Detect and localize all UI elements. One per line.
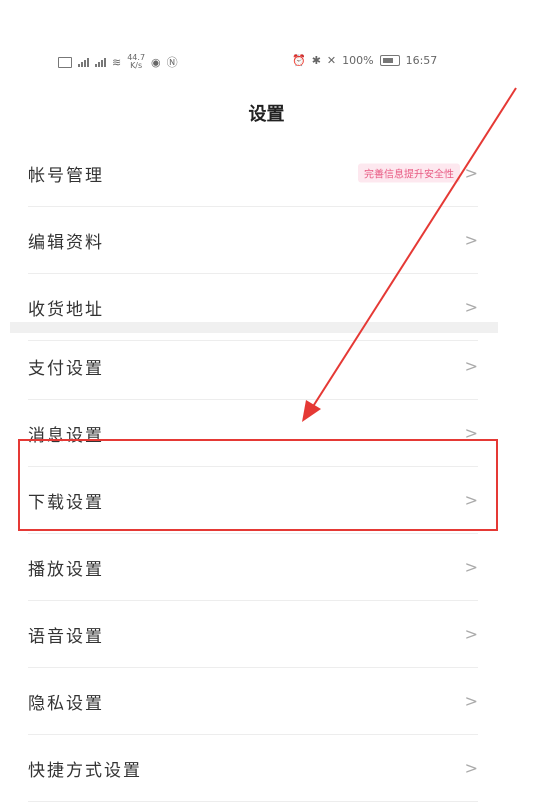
menu-item-label: 播放设置 <box>28 559 104 580</box>
menu-item-edit-profile[interactable]: 编辑资料 > <box>28 207 478 274</box>
menu-item-label: 收货地址 <box>28 299 104 320</box>
menu-item-account-management[interactable]: 帐号管理 完善信息提升安全性 > <box>28 140 478 207</box>
menu-group-settings: 支付设置 > 消息设置 > 下载设置 > 播放设置 > 语音设置 > 隐私设置 … <box>0 333 498 802</box>
menu-item-label: 隐私设置 <box>28 693 104 714</box>
menu-item-label: 编辑资料 <box>28 232 104 253</box>
chevron-right-icon: > <box>464 163 478 183</box>
status-bar: ≋ 44.7 K/s ◉ Ⓝ ⏰ ✱ ✕ 100% 16:57 <box>0 52 533 72</box>
menu-item-payment-settings[interactable]: 支付设置 > <box>28 333 478 400</box>
menu-group-account: 帐号管理 完善信息提升安全性 > 编辑资料 > 收货地址 > <box>0 140 498 341</box>
status-left: ≋ 44.7 K/s ◉ Ⓝ <box>58 54 178 70</box>
wifi-icon: ≋ <box>112 55 122 69</box>
mute-icon: ✕ <box>326 54 337 67</box>
menu-item-label: 支付设置 <box>28 358 104 379</box>
menu-item-label: 帐号管理 <box>28 165 104 186</box>
chevron-right-icon: > <box>464 297 478 317</box>
battery-icon <box>379 55 400 66</box>
nfc-icon: Ⓝ <box>166 56 178 69</box>
eye-icon: ◉ <box>151 55 161 69</box>
menu-item-privacy-settings[interactable]: 隐私设置 > <box>28 668 478 735</box>
section-divider <box>10 322 498 333</box>
chevron-right-icon: > <box>464 230 478 250</box>
menu-item-label: 语音设置 <box>28 626 104 647</box>
menu-item-shortcut-settings[interactable]: 快捷方式设置 > <box>28 735 478 802</box>
chevron-right-icon: > <box>464 624 478 644</box>
chevron-right-icon: > <box>464 356 478 376</box>
bluetooth-icon: ✱ <box>311 54 321 67</box>
status-right: ⏰ ✱ ✕ 100% 16:57 <box>292 54 437 67</box>
page-title: 设置 <box>248 104 285 125</box>
annotation-highlight-box <box>18 439 498 531</box>
signal-icon <box>78 57 89 67</box>
security-hint-badge: 完善信息提升安全性 <box>358 163 460 183</box>
menu-item-voice-settings[interactable]: 语音设置 > <box>28 601 478 668</box>
chevron-right-icon: > <box>464 758 478 778</box>
alarm-icon: ⏰ <box>292 54 306 67</box>
chevron-right-icon: > <box>464 557 478 577</box>
menu-item-label: 快捷方式设置 <box>28 760 142 781</box>
sim-card-icon <box>58 56 72 68</box>
battery-percent: 100% <box>342 54 374 67</box>
menu-item-playback-settings[interactable]: 播放设置 > <box>28 534 478 601</box>
chevron-right-icon: > <box>464 691 478 711</box>
status-time: 16:57 <box>405 54 438 67</box>
network-speed: 44.7 K/s <box>127 53 146 70</box>
signal-icon-2 <box>95 57 106 67</box>
